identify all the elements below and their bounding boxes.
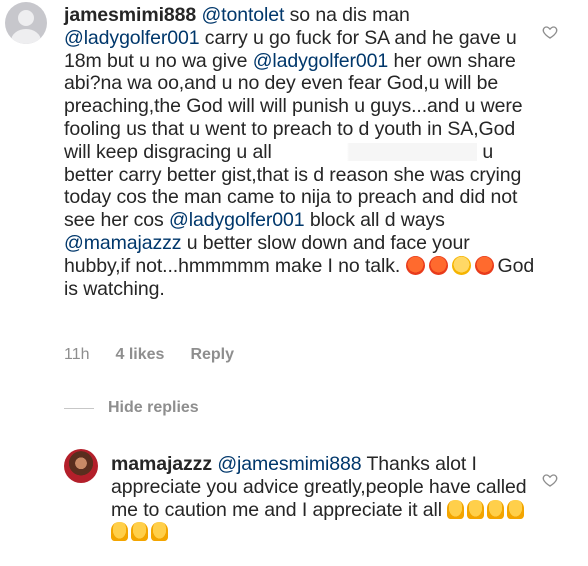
- hide-replies-label[interactable]: Hide replies: [108, 399, 199, 417]
- thinking-face-icon: [451, 255, 471, 275]
- folded-hands-icon: [111, 522, 128, 542]
- mention-link[interactable]: @ladygolfer001: [169, 209, 305, 231]
- angry-face-icon: [428, 255, 448, 275]
- mention-link[interactable]: @ladygolfer001: [253, 50, 389, 72]
- mention-link[interactable]: @tontolet: [201, 4, 284, 26]
- redacted-region: [277, 142, 477, 161]
- avatar-head-shape: [18, 10, 34, 26]
- mention-link[interactable]: @mamajazzz: [64, 232, 182, 254]
- mention-link[interactable]: @ladygolfer001: [64, 27, 200, 49]
- avatar-default[interactable]: [5, 2, 47, 44]
- comment-text-jamesmimi888: jamesmimi888 @tontolet so na dis man @la…: [64, 4, 540, 300]
- comment-meta: 11h 4 likes Reply: [64, 346, 234, 364]
- folded-hands-icon: [447, 499, 465, 519]
- angry-face-icon: [405, 255, 425, 275]
- folded-hands-icon: [467, 499, 485, 519]
- angry-face-icon: [474, 255, 494, 275]
- hide-replies-toggle[interactable]: Hide replies: [64, 399, 199, 417]
- comment-text-mamajazzz: mamajazzz @jamesmimi888 Thanks alot I ap…: [111, 453, 541, 544]
- divider-line: [64, 407, 94, 409]
- comment-username[interactable]: jamesmimi888: [64, 4, 196, 26]
- folded-hands-icon: [131, 522, 148, 542]
- avatar-body-shape: [11, 29, 41, 44]
- like-heart-icon[interactable]: [542, 472, 558, 488]
- folded-hands-icon: [151, 522, 168, 542]
- folded-hands-icon: [507, 499, 525, 519]
- comment-timestamp: 11h: [64, 346, 90, 363]
- mention-link[interactable]: @jamesmimi888: [217, 453, 361, 475]
- likes-count[interactable]: 4 likes: [116, 346, 165, 364]
- folded-hands-icon: [487, 499, 505, 519]
- like-heart-icon[interactable]: [542, 24, 558, 40]
- reply-button[interactable]: Reply: [190, 346, 234, 364]
- comment-username[interactable]: mamajazzz: [111, 453, 212, 475]
- avatar-photo[interactable]: [64, 449, 98, 483]
- comment-text: so na dis man: [284, 4, 410, 26]
- comment-text: block all d ways: [304, 209, 445, 232]
